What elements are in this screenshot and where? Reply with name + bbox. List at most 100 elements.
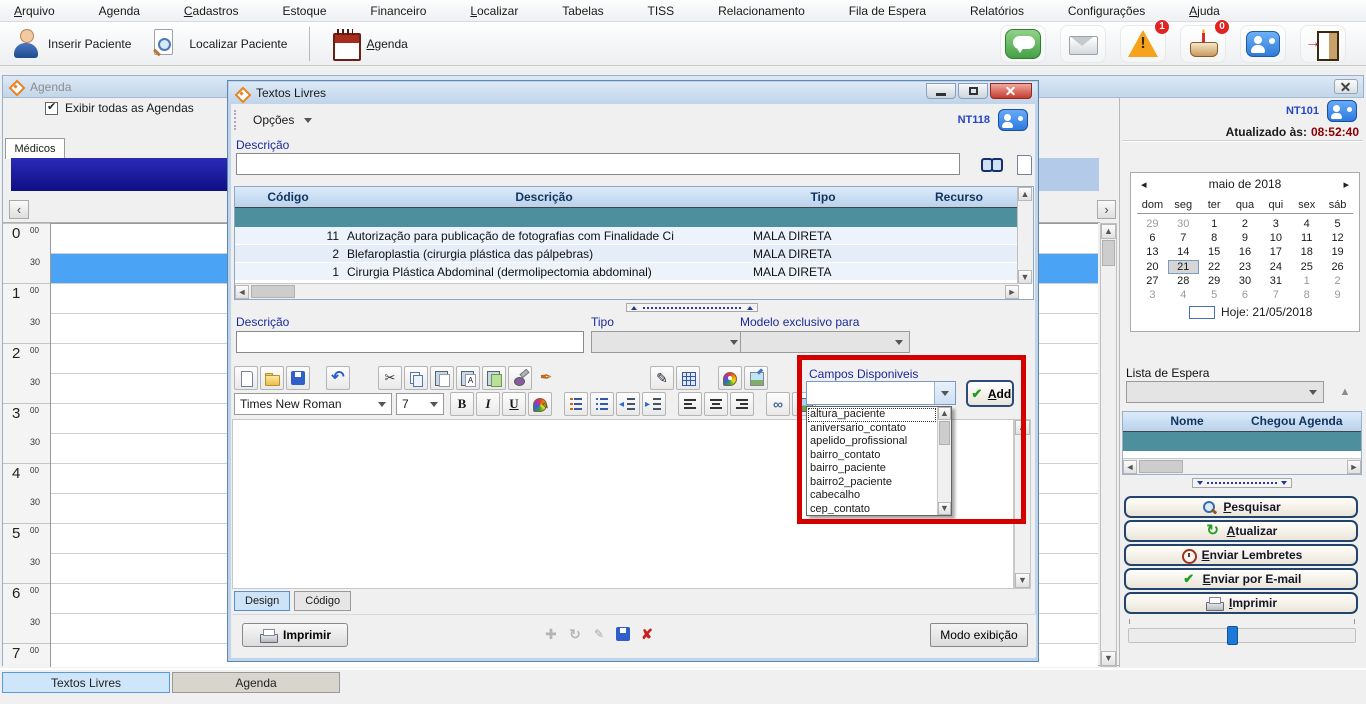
menu-tabelas[interactable]: Tabelas bbox=[556, 2, 609, 20]
undo-button[interactable] bbox=[326, 366, 350, 390]
table-row[interactable]: 2Blefaroplastia (cirurgia plástica das p… bbox=[235, 245, 1019, 263]
descricao-search-input[interactable] bbox=[236, 153, 960, 175]
decrease-indent-button[interactable] bbox=[616, 392, 640, 416]
add-button[interactable]: Add bbox=[966, 380, 1014, 407]
calendar-day-22[interactable]: 22 bbox=[1199, 260, 1230, 274]
edit-record-button[interactable] bbox=[590, 625, 608, 643]
scroll-right-icon[interactable]: ► bbox=[1005, 285, 1019, 299]
tab-design[interactable]: Design bbox=[234, 591, 290, 611]
cut-button[interactable] bbox=[378, 366, 402, 390]
column-header-recurso[interactable]: Recurso bbox=[899, 190, 1019, 204]
calendar-day-23[interactable]: 23 bbox=[1230, 260, 1261, 274]
today-label[interactable]: Hoje: 21/05/2018 bbox=[1221, 305, 1312, 319]
campo-option-apelido-profissional[interactable]: apelido_profissional bbox=[808, 435, 936, 449]
bold-button[interactable] bbox=[450, 392, 474, 416]
menu-localizar[interactable]: Localizar bbox=[464, 2, 524, 20]
taskbar-tab-agenda[interactable]: Agenda bbox=[172, 672, 340, 693]
calendar-day-4[interactable]: 4 bbox=[1291, 217, 1322, 231]
calendar-day-3[interactable]: 3 bbox=[1137, 288, 1168, 302]
column-header-tipo[interactable]: Tipo bbox=[747, 190, 899, 204]
numbered-list-button[interactable] bbox=[564, 392, 588, 416]
column-header-descricao[interactable]: Descrição bbox=[341, 190, 747, 204]
menu-fila-de-espera[interactable]: Fila de Espera bbox=[843, 2, 932, 20]
calendar-day-17[interactable]: 17 bbox=[1260, 245, 1291, 259]
calendar-day-6[interactable]: 6 bbox=[1230, 288, 1261, 302]
menu-tiss[interactable]: TISS bbox=[642, 2, 681, 20]
calendar-day-9[interactable]: 9 bbox=[1230, 231, 1261, 245]
tipo-dropdown[interactable] bbox=[591, 331, 745, 353]
scrollbar-thumb[interactable] bbox=[939, 421, 950, 445]
delete-record-button[interactable] bbox=[638, 625, 656, 643]
status-exit-button[interactable] bbox=[1300, 25, 1346, 63]
calendar-day-2[interactable]: 2 bbox=[1322, 274, 1353, 288]
paste-html-button[interactable] bbox=[482, 366, 506, 390]
scroll-down-icon[interactable]: ▼ bbox=[1018, 270, 1032, 284]
table-row[interactable]: 11Autorização para publicação de fotogra… bbox=[235, 227, 1019, 245]
calendar-day-29[interactable]: 29 bbox=[1137, 217, 1168, 231]
calendar-day-20[interactable]: 20 bbox=[1137, 260, 1168, 274]
increase-indent-button[interactable] bbox=[642, 392, 666, 416]
calendar-day-30[interactable]: 30 bbox=[1168, 217, 1199, 231]
descricao-input[interactable] bbox=[236, 331, 584, 353]
copy-button[interactable] bbox=[404, 366, 428, 390]
calendar-next-button[interactable]: ▸ bbox=[1343, 178, 1349, 191]
insert-table-button[interactable] bbox=[676, 366, 700, 390]
calendar-day-5[interactable]: 5 bbox=[1199, 288, 1230, 302]
clean-button[interactable] bbox=[508, 366, 532, 390]
insert-patient-button[interactable]: Inserir Paciente bbox=[8, 25, 135, 63]
paste-button[interactable] bbox=[430, 366, 454, 390]
font-family-select[interactable]: Times New Roman bbox=[234, 393, 392, 415]
campo-option-cep-contato[interactable]: cep_contato bbox=[808, 503, 936, 515]
calendar-day-1[interactable]: 1 bbox=[1199, 217, 1230, 231]
hyperlink-button[interactable] bbox=[766, 392, 790, 416]
menu-arquivo[interactable]: Arquivo bbox=[8, 2, 61, 20]
calendar-prev-button[interactable]: ◂ bbox=[1141, 178, 1147, 191]
scroll-left-button[interactable]: ‹ bbox=[9, 200, 29, 219]
button-imprimir[interactable]: Imprimir bbox=[1124, 592, 1358, 614]
zoom-slider[interactable] bbox=[1128, 628, 1356, 643]
calendar-day-31[interactable]: 31 bbox=[1260, 274, 1291, 288]
menu-agenda[interactable]: Agenda bbox=[93, 2, 146, 20]
calendar-day-16[interactable]: 16 bbox=[1230, 245, 1261, 259]
open-file-button[interactable] bbox=[260, 366, 284, 390]
align-right-button[interactable] bbox=[730, 392, 754, 416]
scrollbar-thumb[interactable] bbox=[1102, 240, 1115, 266]
imprimir-button[interactable]: Imprimir bbox=[242, 623, 348, 647]
calendar-day-10[interactable]: 10 bbox=[1260, 231, 1291, 245]
calendar-day-29[interactable]: 29 bbox=[1199, 274, 1230, 288]
minimize-button[interactable] bbox=[926, 83, 956, 99]
button-enviar-por-e-mail[interactable]: Enviar por E-mail bbox=[1124, 568, 1358, 590]
slider-thumb[interactable] bbox=[1227, 626, 1238, 645]
scroll-left-icon[interactable]: ◄ bbox=[235, 285, 249, 299]
collapse-panel-button[interactable]: ▲ bbox=[1332, 386, 1358, 401]
refresh-record-button[interactable] bbox=[566, 625, 584, 643]
status-mail-button[interactable] bbox=[1060, 25, 1106, 63]
splitter-handle[interactable] bbox=[626, 303, 758, 312]
calendar-day-15[interactable]: 15 bbox=[1199, 245, 1230, 259]
menu-relatorios[interactable]: Relatórios bbox=[964, 2, 1030, 20]
font-color-button[interactable] bbox=[528, 392, 552, 416]
calendar-day-2[interactable]: 2 bbox=[1230, 217, 1261, 231]
modelo-dropdown[interactable] bbox=[740, 331, 910, 353]
selected-row[interactable] bbox=[235, 208, 1019, 227]
calendar-day-5[interactable]: 5 bbox=[1322, 217, 1353, 231]
calendar-day-3[interactable]: 3 bbox=[1260, 217, 1291, 231]
status-chat-button[interactable] bbox=[1000, 25, 1046, 63]
campos-combobox[interactable] bbox=[806, 381, 956, 405]
lista-espera-dropdown[interactable] bbox=[1126, 381, 1324, 403]
agenda-close-button[interactable] bbox=[1334, 79, 1358, 94]
campo-option-cabecalho[interactable]: cabecalho bbox=[808, 489, 936, 503]
calendar-day-24[interactable]: 24 bbox=[1260, 260, 1291, 274]
save-button[interactable] bbox=[286, 366, 310, 390]
find-patient-button[interactable]: Localizar Paciente bbox=[145, 25, 291, 63]
list-scrollbar[interactable]: ▲ ▼ bbox=[937, 407, 951, 515]
campo-option-aniversario-contato[interactable]: aniversario_contato bbox=[808, 422, 936, 436]
status-alert-button[interactable]: 1 bbox=[1120, 25, 1166, 63]
tab-codigo[interactable]: Código bbox=[294, 591, 351, 611]
signature-button[interactable] bbox=[650, 366, 674, 390]
agenda-vertical-scrollbar[interactable]: ▲ ▼ bbox=[1100, 223, 1117, 667]
calendar-day-13[interactable]: 13 bbox=[1137, 245, 1168, 259]
restore-button[interactable] bbox=[958, 83, 988, 99]
people-chat-icon[interactable] bbox=[1327, 100, 1357, 122]
calendar-day-30[interactable]: 30 bbox=[1230, 274, 1261, 288]
